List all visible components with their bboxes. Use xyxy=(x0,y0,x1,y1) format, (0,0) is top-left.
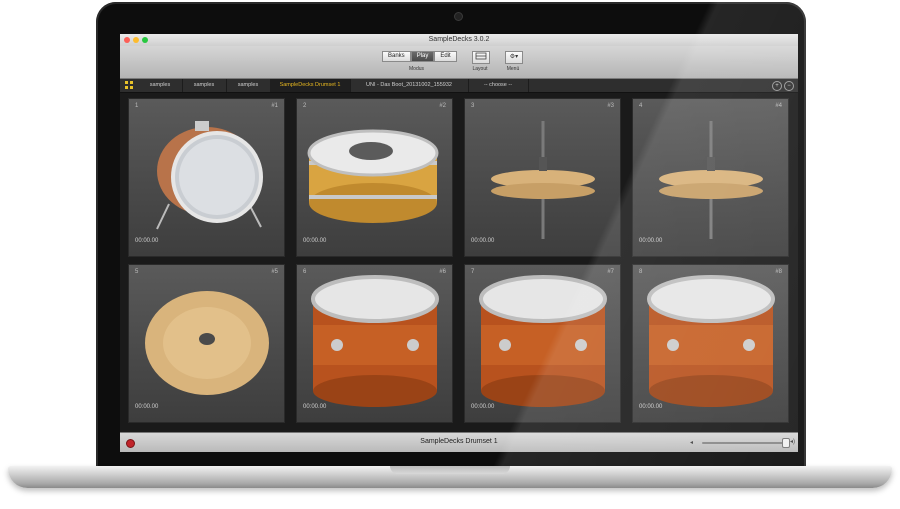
bass-drum-icon xyxy=(156,121,263,230)
tab-sampledecks-drumset-1[interactable]: SampleDecks Drumset 1 xyxy=(270,79,351,92)
sample-pad-2[interactable]: 2 #2 00:00.00 xyxy=(296,98,453,257)
pad-time: 00:00.00 xyxy=(639,404,663,410)
volume-low-icon: ◂ xyxy=(690,440,694,446)
app-window: SampleDecks 3.0.2 Banks Play Edit Modus … xyxy=(120,34,798,452)
hi-hat-icon xyxy=(659,121,763,239)
sample-pad-1[interactable]: 1 #1 00:00.00 xyxy=(128,98,285,257)
tom-drum-icon xyxy=(479,275,607,407)
banks-mode-button[interactable]: Banks xyxy=(382,51,411,62)
tab-uni-das-boot[interactable]: UNI - Das Boot_20131002_155932 xyxy=(350,79,469,92)
close-window-button[interactable] xyxy=(124,37,130,43)
bank-tab-bar: samples samples samples SampleDecks Drum… xyxy=(120,79,798,93)
volume-high-icon: ◂) xyxy=(790,439,796,445)
snare-drum-icon xyxy=(307,129,439,223)
sample-pad-7[interactable]: 7 #7 00:00.00 xyxy=(464,264,621,423)
window-title: SampleDecks 3.0.2 xyxy=(428,36,490,43)
gear-icon: ⚙▾ xyxy=(509,54,519,60)
camera-icon xyxy=(454,12,463,21)
sample-pad-4[interactable]: 4 #4 00:00.00 xyxy=(632,98,789,257)
pad-time: 00:00.00 xyxy=(303,404,327,410)
tab-samples-3[interactable]: samples xyxy=(226,79,271,92)
volume-slider-thumb[interactable] xyxy=(782,438,790,448)
status-bar: SampleDecks Drumset 1 ◂ ◂) xyxy=(120,432,798,452)
layout-icon xyxy=(475,52,487,60)
maximize-window-button[interactable] xyxy=(142,37,148,43)
volume-slider[interactable] xyxy=(702,442,784,444)
pad-time: 00:00.00 xyxy=(471,238,495,244)
modus-label: Modus xyxy=(409,66,425,72)
pad-time: 00:00.00 xyxy=(303,238,327,244)
crash-cymbal-icon xyxy=(145,291,269,395)
sample-pad-3[interactable]: 3 #3 00:00.00 xyxy=(464,98,621,257)
tab-samples-2[interactable]: samples xyxy=(182,79,227,92)
sample-pad-5[interactable]: 5 #5 00:00.00 xyxy=(128,264,285,423)
edit-mode-button[interactable]: Edit xyxy=(434,51,457,62)
minimize-window-button[interactable] xyxy=(133,37,139,43)
menu-button[interactable]: ⚙▾ xyxy=(505,51,523,64)
menu-label: Menü xyxy=(506,66,520,72)
layout-button[interactable] xyxy=(472,51,490,64)
plus-circle-icon[interactable]: + xyxy=(772,81,782,91)
tab-choose[interactable]: -- choose -- xyxy=(468,79,529,92)
mode-selector: Banks Play Edit xyxy=(382,51,457,62)
title-bar: SampleDecks 3.0.2 xyxy=(120,34,798,46)
grid-view-icon[interactable] xyxy=(125,81,133,89)
pad-time: 00:00.00 xyxy=(471,404,495,410)
sample-pad-8[interactable]: 8 #8 00:00.00 xyxy=(632,264,789,423)
pad-time: 00:00.00 xyxy=(135,238,159,244)
pad-grid: 1 #1 00:00.00 2 #2 00:00.00 3 #3 00:00.0… xyxy=(128,98,790,428)
tom-drum-icon xyxy=(311,275,439,407)
window-controls xyxy=(124,37,148,43)
layout-label: Layout xyxy=(472,66,488,72)
play-mode-button[interactable]: Play xyxy=(410,51,435,62)
current-bank-title: SampleDecks Drumset 1 xyxy=(420,438,498,445)
pad-time: 00:00.00 xyxy=(639,238,663,244)
laptop-notch xyxy=(390,466,510,474)
tom-drum-icon xyxy=(647,275,775,407)
toolbar: Banks Play Edit Modus Layout ⚙▾ Menü xyxy=(120,46,798,79)
sample-pad-6[interactable]: 6 #6 00:00.00 xyxy=(296,264,453,423)
hi-hat-icon xyxy=(491,121,595,239)
minus-circle-icon[interactable]: − xyxy=(784,81,794,91)
pad-time: 00:00.00 xyxy=(135,404,159,410)
tab-samples-1[interactable]: samples xyxy=(138,79,183,92)
